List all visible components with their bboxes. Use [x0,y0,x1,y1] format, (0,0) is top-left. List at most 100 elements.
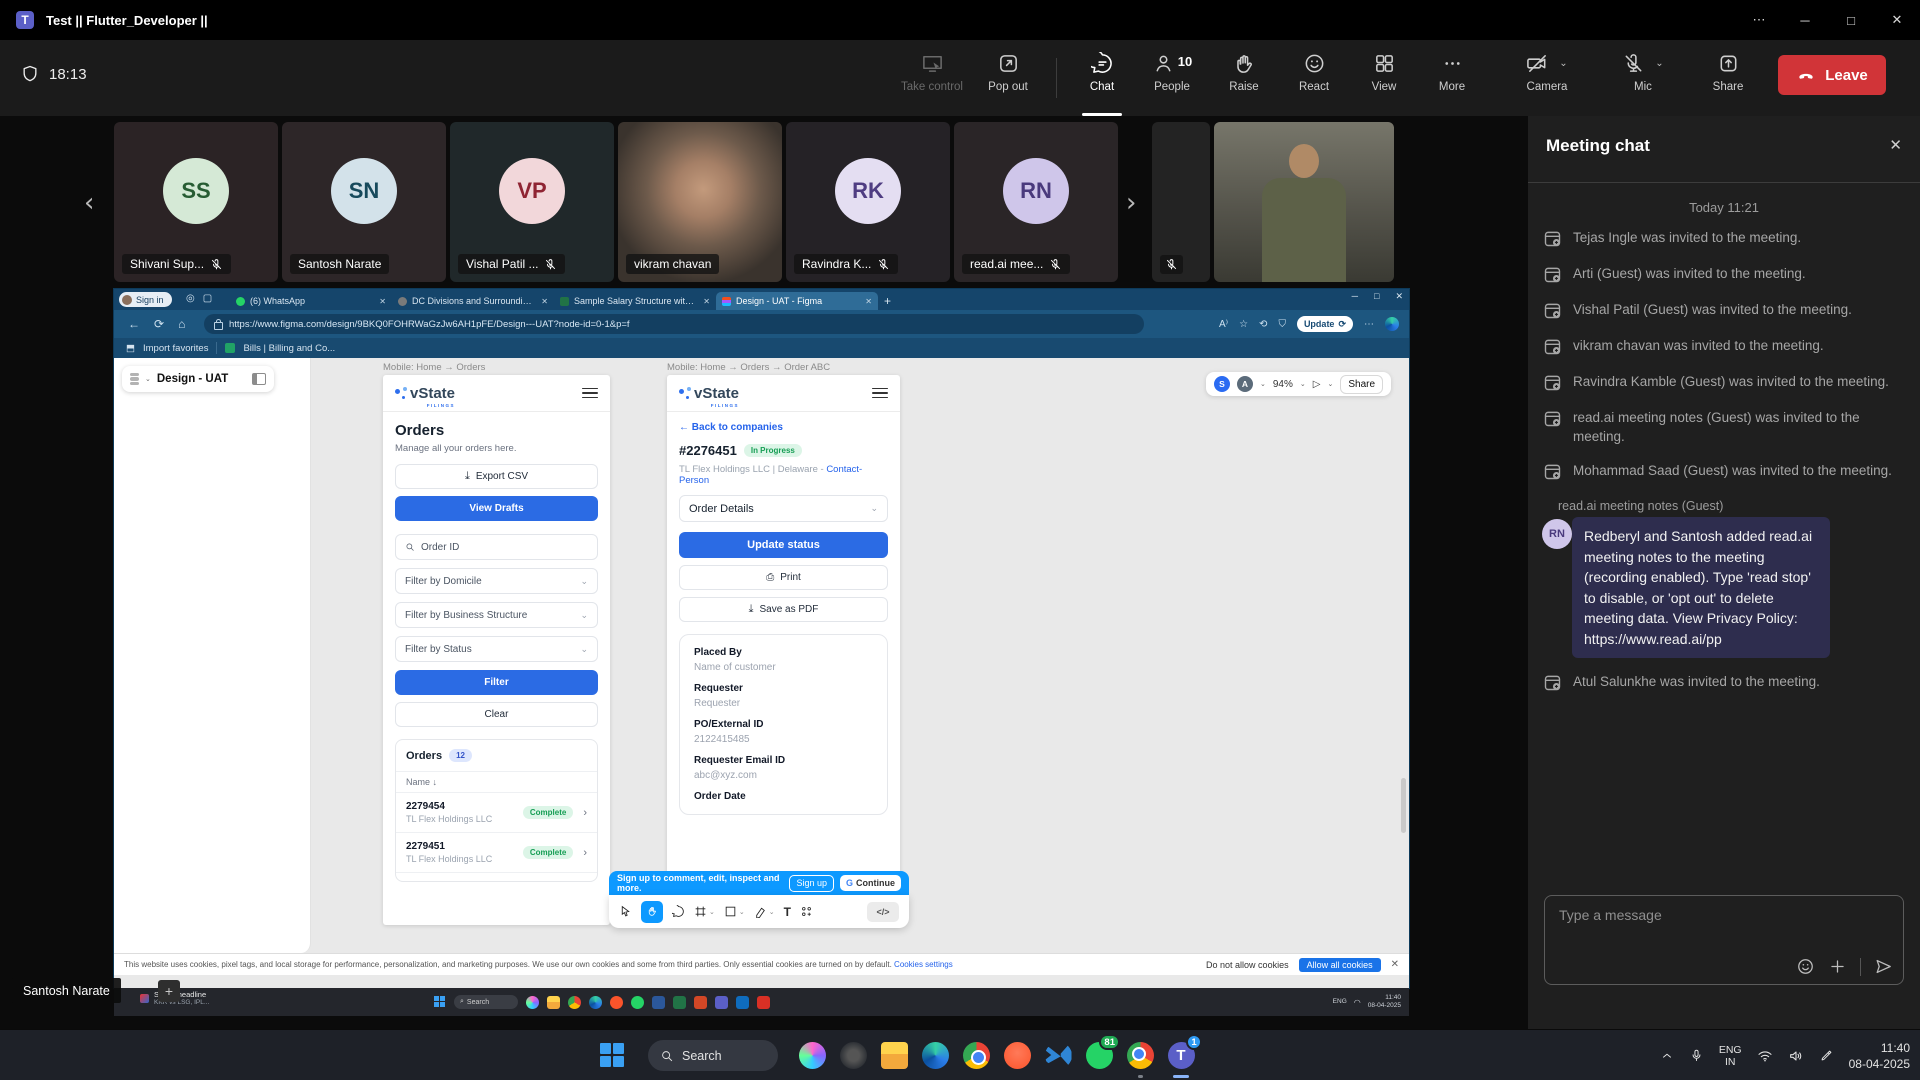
new-tab-button[interactable]: + [884,294,891,308]
figma-menu-icon[interactable] [130,373,139,386]
taskbar-clock[interactable]: 11:4008-04-2025 [1849,1040,1910,1072]
mini-start-icon[interactable] [434,996,446,1008]
mic-button[interactable]: ⌄ Mic [1602,52,1684,93]
browser-tab[interactable]: Sample Salary Structure with calc✕ [554,292,716,310]
chat-close-icon[interactable]: ✕ [1889,136,1902,154]
pen-tool-icon[interactable]: ⌄ [754,905,775,918]
react-button[interactable]: React [1278,52,1350,93]
tiles-scroll-left-icon[interactable]: ‹ [84,188,94,218]
toggle-panel-icon[interactable] [252,373,266,385]
collaborator-avatar[interactable]: A [1237,376,1253,392]
participant-tile[interactable]: RK Ravindra K... [786,122,950,282]
collections-icon[interactable]: ⛉ [1278,319,1286,330]
save-pdf-button[interactable]: ⤓Save as PDF [679,597,888,622]
figma-doc-pill[interactable]: ⌄ Design - UAT [122,366,274,392]
camera-button[interactable]: ⌄ Camera [1506,52,1588,93]
favorite-star-icon[interactable]: ☆ [1239,319,1248,330]
filter-status-dropdown[interactable]: Filter by Status⌄ [395,636,598,662]
filter-domicile-dropdown[interactable]: Filter by Domicile⌄ [395,568,598,594]
chrome-app-icon[interactable] [960,1039,992,1071]
browser-menu-icon[interactable]: ⋯ [1364,319,1374,330]
comment-tool-icon[interactable] [672,905,685,918]
attach-plus-icon[interactable] [1828,957,1847,976]
window-more-button[interactable]: ⋯ [1736,0,1782,40]
refresh-icon[interactable]: ⟳ [154,317,164,331]
figma-frame-order-details[interactable]: vState FILINGS ← Back to companies #2276… [667,375,900,925]
zoom-chevron-icon[interactable]: ⌄ [1300,380,1306,388]
camera-options-chevron[interactable]: ⌄ [1559,58,1567,69]
cookie-settings-link[interactable]: Cookies settings [894,960,953,969]
mic-options-chevron[interactable]: ⌄ [1655,58,1663,69]
participant-tile[interactable]: RN read.ai mee... [954,122,1118,282]
mini-search-box[interactable]: ⌕ Search [454,995,518,1009]
mini-acrobat-icon[interactable] [757,996,770,1009]
browser-tab[interactable]: (6) WhatsApp✕ [230,292,392,310]
brave-app-icon[interactable] [1001,1039,1033,1071]
move-tool-icon[interactable] [619,905,632,918]
chevron-right-icon[interactable]: › [583,807,587,819]
frame-tool-icon[interactable]: ⌄ [694,905,715,918]
bills-bookmark-link[interactable]: Bills | Billing and Co... [243,343,335,354]
components-tool-icon[interactable] [800,905,813,918]
browser-minimize-icon[interactable]: ─ [1352,291,1358,302]
deny-cookies-link[interactable]: Do not allow cookies [1206,960,1289,970]
send-icon[interactable] [1874,957,1893,976]
maximize-button[interactable]: □ [1828,0,1874,40]
chevron-down-icon[interactable]: ⌄ [739,908,745,916]
emoji-icon[interactable] [1796,957,1815,976]
cookie-close-icon[interactable]: ✕ [1391,959,1399,970]
participant-tile[interactable]: SN Santosh Narate [282,122,446,282]
mini-brave-icon[interactable] [610,996,623,1009]
minimize-button[interactable]: ─ [1782,0,1828,40]
google-continue-button[interactable]: G Continue [840,875,901,891]
share-button[interactable]: Share [1700,52,1756,93]
browser-maximize-icon[interactable]: □ [1374,291,1379,302]
participant-tile-partial[interactable] [1152,122,1210,282]
sync-icon[interactable]: ⟲ [1259,319,1267,330]
participant-tile-video[interactable]: vikram chavan [618,122,782,282]
participant-tile[interactable]: SS Shivani Sup... [114,122,278,282]
home-icon[interactable]: ⌂ [178,317,185,331]
filter-button[interactable]: Filter [395,670,598,695]
raise-hand-button[interactable]: Raise [1208,52,1280,93]
mini-teams-icon[interactable] [715,996,728,1009]
mini-chrome-icon[interactable] [568,996,581,1009]
vscode-app-icon[interactable] [1042,1039,1074,1071]
taskbar-search-box[interactable]: Search [648,1040,778,1071]
filter-business-structure-dropdown[interactable]: Filter by Business Structure⌄ [395,602,598,628]
avatars-chevron-icon[interactable]: ⌄ [1260,380,1266,388]
prototype-play-icon[interactable]: ▷ [1313,379,1321,390]
chevron-down-icon[interactable]: ⌄ [769,908,775,916]
wifi-icon[interactable] [1757,1048,1773,1064]
mini-word-icon[interactable] [652,996,665,1009]
address-field[interactable]: https://www.figma.com/design/9BKQ0FOHRWa… [204,314,1144,334]
export-csv-button[interactable]: ⤓ Export CSV [395,464,598,489]
signup-button[interactable]: Sign up [789,875,834,892]
tab-close-icon[interactable]: ✕ [541,297,548,306]
meet-app-icon[interactable] [1124,1039,1156,1071]
back-link[interactable]: ← Back to companies [679,422,888,433]
clear-button[interactable]: Clear [395,702,598,727]
language-indicator[interactable]: ENGIN [1719,1044,1742,1068]
import-favorites-link[interactable]: Import favorites [143,343,208,354]
tab-actions-icon[interactable]: ▢ [203,293,212,304]
spotlight-video-tile[interactable] [1214,122,1394,282]
chevron-right-icon[interactable]: › [583,847,587,859]
order-row[interactable]: 2279454 TL Flex Holdings LLC Complete › [396,792,597,832]
browser-tab-active[interactable]: Design - UAT - Figma✕ [716,292,878,310]
back-icon[interactable]: ← [128,317,140,331]
pop-out-button[interactable]: Pop out [972,52,1044,93]
text-tool-icon[interactable]: T [784,905,791,919]
order-id-input[interactable]: Order ID [395,534,598,560]
mini-whatsapp-icon[interactable] [631,996,644,1009]
hamburger-icon[interactable] [872,388,888,399]
more-button[interactable]: More [1416,52,1488,93]
sort-desc-icon[interactable]: ↓ [433,777,438,787]
tray-mic-icon[interactable] [1689,1048,1704,1063]
whatsapp-app-icon[interactable]: 81 [1083,1039,1115,1071]
mini-outlook-icon[interactable] [736,996,749,1009]
edge-profile-icon[interactable] [1385,317,1399,331]
chevron-down-icon[interactable]: ⌄ [709,908,715,916]
tab-close-icon[interactable]: ✕ [703,297,710,306]
start-button[interactable] [600,1043,624,1067]
